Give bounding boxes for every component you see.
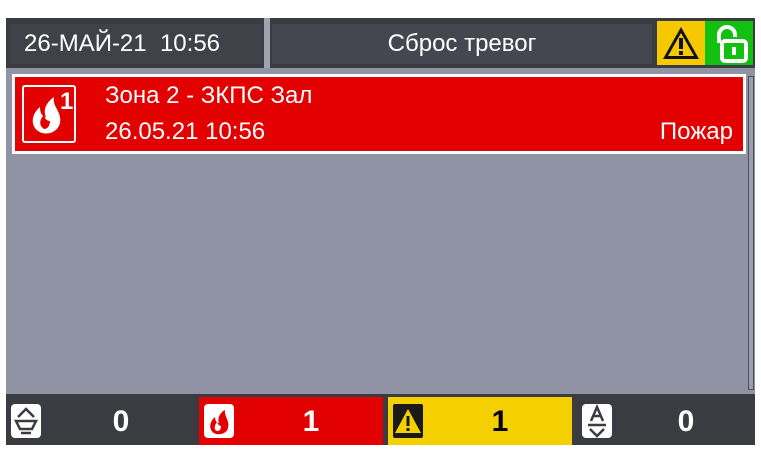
access-level-indicator[interactable] <box>705 21 753 65</box>
fire-alarm-icon: 1 <box>22 85 76 143</box>
detectors-count: 0 <box>112 405 130 438</box>
panel-screen: 26-МАЙ-21 10:56 Сброс тревог 1 Зона 2 - … <box>6 18 755 445</box>
counter-faults[interactable]: 0 <box>577 397 755 445</box>
detector-icon <box>11 404 41 438</box>
warning-icon <box>393 404 423 438</box>
event-timestamp: 26.05.21 10:56 <box>105 118 266 145</box>
unlock-icon <box>717 25 748 63</box>
bottom-bar: 0 1 1 0 <box>6 394 755 445</box>
top-bar: 26-МАЙ-21 10:56 Сброс тревог <box>6 18 755 68</box>
faults-count: 0 <box>677 405 695 438</box>
svg-text:1: 1 <box>60 88 73 115</box>
counter-detectors[interactable]: 0 <box>6 397 194 445</box>
fire-icon <box>204 404 234 438</box>
event-list[interactable]: 1 Зона 2 - ЗКПС Зал 26.05.21 10:56 Пожар <box>10 72 746 390</box>
warnings-count: 1 <box>491 405 509 438</box>
scrollbar[interactable] <box>748 76 754 390</box>
divider <box>264 18 270 68</box>
event-row[interactable]: 1 Зона 2 - ЗКПС Зал 26.05.21 10:56 Пожар <box>12 74 746 154</box>
warning-indicator[interactable] <box>657 21 705 65</box>
counter-warnings[interactable]: 1 <box>388 397 572 445</box>
counter-fire[interactable]: 1 <box>199 397 383 445</box>
event-type: Пожар <box>659 118 733 145</box>
reset-alarms-button[interactable]: Сброс тревог <box>272 24 652 64</box>
fire-count: 1 <box>302 405 320 438</box>
date-time-display: 26-МАЙ-21 10:56 <box>10 24 262 64</box>
warning-icon <box>663 27 699 59</box>
device-fault-icon <box>582 403 612 438</box>
event-zone-title: Зона 2 - ЗКПС Зал <box>105 82 313 109</box>
